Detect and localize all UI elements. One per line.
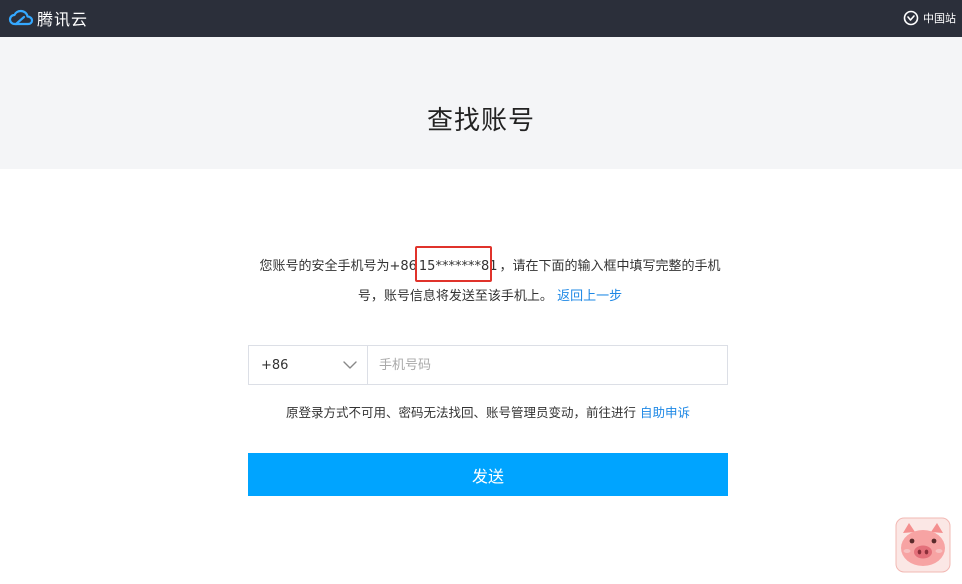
message-prefix: 您账号的安全手机号为+86: [259, 259, 417, 274]
region-globe-icon: [903, 10, 919, 26]
chevron-down-icon: [343, 361, 357, 369]
masked-phone-number: 15*******81: [414, 246, 500, 282]
page-title: 查找账号: [426, 106, 535, 136]
top-nav-bar: 腾讯云 中国站: [0, 0, 962, 37]
country-code-value: +86: [261, 357, 289, 373]
self-appeal-link[interactable]: 自助申诉: [640, 405, 690, 420]
phone-input-group: +86: [248, 345, 728, 385]
back-link[interactable]: 返回上一步: [557, 289, 622, 304]
appeal-text: 原登录方式不可用、密码无法找回、账号管理员变动，前往进行: [285, 405, 636, 420]
cloud-logo-icon: [8, 9, 34, 26]
country-code-select[interactable]: +86: [249, 346, 368, 384]
phone-number-input[interactable]: [368, 346, 727, 384]
message-line-2: 号，账号信息将发送至该手机上。 返回上一步: [243, 282, 737, 312]
region-label: 中国站: [923, 12, 956, 25]
self-appeal-hint: 原登录方式不可用、密码无法找回、账号管理员变动，前往进行 自助申诉: [248, 402, 728, 421]
send-button[interactable]: 发送: [248, 453, 728, 496]
masked-phone-text: 15*******81: [418, 259, 498, 274]
tencent-cloud-logo[interactable]: 腾讯云: [8, 7, 88, 29]
logo-text: 腾讯云: [37, 10, 89, 29]
account-phone-message: 您账号的安全手机号为+86 15*******81 ，请在下面的输入框中填写完整的手…: [243, 246, 737, 312]
message-line-1: 您账号的安全手机号为+86 15*******81 ，请在下面的输入框中填写完整的手…: [243, 246, 737, 282]
message-suffix: ，请在下面的输入框中填写完整的手机: [499, 259, 721, 274]
pig-face-icon: [895, 517, 951, 573]
region-switcher[interactable]: 中国站: [903, 9, 956, 27]
message-line-2-text: 号，账号信息将发送至该手机上。: [357, 289, 553, 304]
